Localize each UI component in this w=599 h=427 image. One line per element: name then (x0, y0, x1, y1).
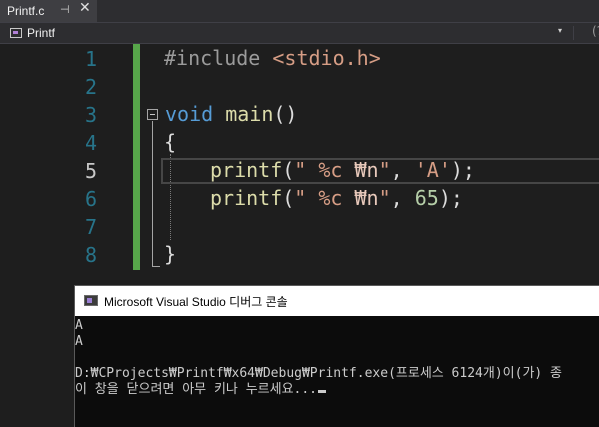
line-number: 4 (84, 131, 97, 155)
format-string-start: " %c (294, 186, 355, 210)
console-output-line: D:₩CProjects₩Printf₩x64₩Debug₩Printf.exe… (75, 366, 563, 381)
include-header: <stdio.h> (272, 46, 381, 70)
navigation-bar: Printf ▾ (? (0, 23, 599, 44)
number-literal: 65 (414, 186, 439, 210)
text-cursor (318, 390, 327, 393)
pin-icon[interactable]: ⊣ (60, 3, 70, 16)
char-literal: 'A' (414, 158, 451, 182)
console-output[interactable]: A A D:₩CProjects₩Printf₩x64₩Debug₩Printf… (75, 316, 599, 427)
function-call-printf: printf (210, 158, 283, 182)
open-brace: { (164, 130, 177, 154)
outline-bracket-end (152, 266, 160, 267)
console-prompt-text: 이 창을 닫으려면 아무 키나 누르세요... (75, 382, 318, 397)
outline-bracket (152, 121, 153, 267)
code-line-5: printf(" %c ₩n", 'A'); (210, 156, 475, 184)
format-string-end: " (378, 158, 391, 182)
collapse-icon[interactable] (147, 109, 158, 120)
code-line-4: { (164, 128, 176, 156)
function-name-main: main (225, 102, 274, 126)
escape-sequence: ₩n (354, 186, 379, 210)
project-scope-label: Printf (27, 26, 56, 40)
open-paren: ( (282, 158, 295, 182)
function-call-printf: printf (210, 186, 283, 210)
line-number-current: 5 (84, 159, 97, 183)
document-tab-strip: Printf.c ⊣ ✕ (0, 0, 599, 23)
close-icon[interactable]: ✕ (79, 0, 91, 16)
line-number: 7 (84, 215, 97, 239)
comma: , (390, 186, 415, 210)
console-app-icon (84, 295, 98, 306)
code-line-6: printf(" %c ₩n", 65); (210, 184, 463, 212)
project-icon (10, 28, 22, 38)
document-tab-label: Printf.c (7, 4, 45, 18)
code-line-3: void main() (165, 100, 297, 128)
format-string-end: " (378, 186, 391, 210)
line-number: 2 (84, 75, 97, 99)
code-line-1: #include <stdio.h> (164, 44, 381, 72)
console-output-line: A (75, 318, 83, 333)
keyword-void: void (165, 102, 214, 126)
navbar-divider (573, 26, 574, 40)
chevron-down-icon[interactable]: ▾ (558, 26, 562, 35)
close-paren-semicolon: ); (450, 158, 475, 182)
comma: , (390, 158, 415, 182)
open-paren: ( (282, 186, 295, 210)
console-title: Microsoft Visual Studio 디버그 콘솔 (104, 295, 288, 309)
member-scope-dropdown[interactable]: (? (592, 24, 599, 38)
escape-sequence: ₩n (354, 158, 379, 182)
format-string-start: " %c (294, 158, 355, 182)
parentheses: () (273, 102, 298, 126)
line-number: 8 (84, 243, 97, 267)
document-tab-printf-c[interactable]: Printf.c ⊣ ✕ (0, 0, 97, 22)
debug-console-window[interactable]: Microsoft Visual Studio 디버그 콘솔 A A D:₩CP… (75, 286, 599, 427)
project-scope-dropdown[interactable]: Printf (10, 24, 570, 42)
code-line-8: } (164, 240, 176, 268)
console-output-line: A (75, 334, 83, 349)
close-paren-semicolon: ); (438, 186, 463, 210)
saved-changes-bar (133, 44, 140, 270)
preprocessor-directive: #include (164, 46, 261, 70)
line-number: 3 (84, 103, 97, 127)
line-number: 6 (84, 187, 97, 211)
close-brace: } (164, 242, 177, 266)
console-prompt-line: 이 창을 닫으려면 아무 키나 누르세요... (75, 382, 327, 398)
console-title-bar[interactable]: Microsoft Visual Studio 디버그 콘솔 (75, 286, 599, 316)
line-number: 1 (84, 47, 97, 71)
